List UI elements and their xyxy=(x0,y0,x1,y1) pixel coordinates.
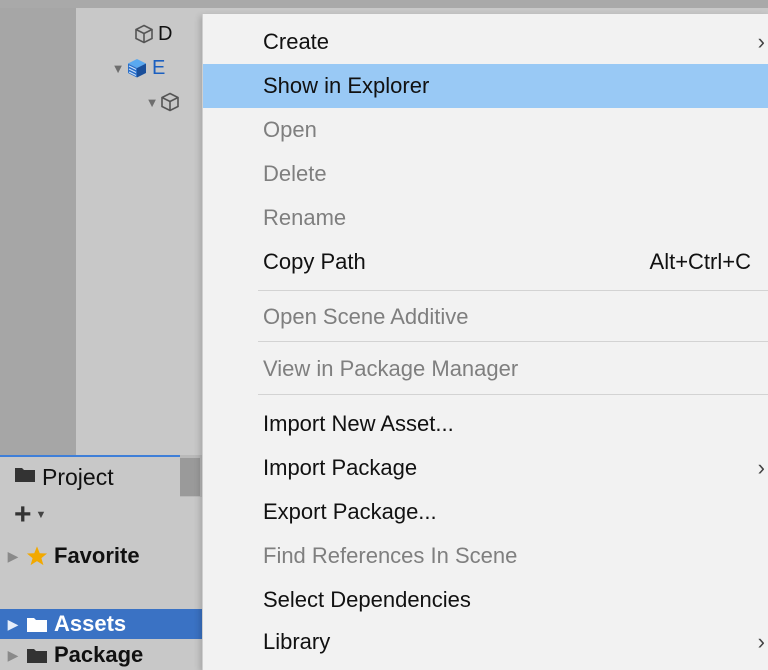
tree-item-label: Package xyxy=(54,642,144,667)
menu-item-rename[interactable]: Rename xyxy=(203,196,768,240)
submenu-arrow-icon: › xyxy=(757,455,765,480)
menu-item-select-dependencies[interactable]: Select Dependencies xyxy=(203,578,768,622)
top-strip xyxy=(0,0,768,8)
tree-item-favorites[interactable]: ▶ Favorite xyxy=(0,541,202,571)
expand-arrow-icon[interactable]: ▼ xyxy=(110,61,126,76)
cube-outline-icon xyxy=(161,92,179,112)
expand-arrow-icon[interactable]: ▶ xyxy=(0,647,26,664)
tab-project[interactable]: Project xyxy=(0,455,180,497)
menu-separator xyxy=(258,394,768,395)
tab-edge xyxy=(180,458,200,496)
submenu-arrow-icon: › xyxy=(757,29,765,54)
plus-icon: + xyxy=(14,498,32,531)
submenu-arrow-icon: › xyxy=(757,629,765,654)
hierarchy-row-e[interactable]: ▼ E xyxy=(110,56,166,80)
scene-view-edge xyxy=(0,8,76,455)
menu-item-export-package[interactable]: Export Package... xyxy=(203,490,768,534)
tree-item-label: Favorite xyxy=(54,543,140,568)
context-menu: Create › Show in Explorer Open Delete Re… xyxy=(202,14,768,670)
menu-item-create[interactable]: Create › xyxy=(203,20,768,64)
star-icon xyxy=(26,545,48,567)
shortcut-label: Alt+Ctrl+C xyxy=(649,249,751,274)
expand-arrow-icon[interactable]: ▼ xyxy=(144,95,160,110)
expand-arrow-icon[interactable]: ▶ xyxy=(0,548,26,565)
menu-item-find-references-in-scene[interactable]: Find References In Scene xyxy=(203,534,768,578)
tree-item-assets[interactable]: ▶ Assets xyxy=(0,609,202,639)
prefab-cube-icon xyxy=(128,59,146,78)
expand-arrow-icon[interactable]: ▶ xyxy=(0,616,26,633)
chevron-down-icon: ▼ xyxy=(35,509,47,521)
menu-separator xyxy=(258,290,768,291)
menu-item-show-in-explorer[interactable]: Show in Explorer xyxy=(203,64,768,108)
hierarchy-label: D xyxy=(158,22,173,45)
add-asset-button[interactable]: + ▼ xyxy=(14,498,47,531)
folder-icon xyxy=(26,616,48,633)
hierarchy-row-child[interactable]: ▼ xyxy=(144,90,184,114)
menu-item-library[interactable]: Library › xyxy=(203,620,768,664)
menu-separator xyxy=(258,341,768,342)
menu-item-delete[interactable]: Delete xyxy=(203,152,768,196)
cube-outline-icon xyxy=(135,24,153,44)
tree-item-label: Assets xyxy=(54,611,127,636)
folder-icon xyxy=(26,647,48,664)
menu-item-import-new-asset[interactable]: Import New Asset... xyxy=(203,402,768,446)
tab-project-label: Project xyxy=(42,463,114,490)
menu-item-open[interactable]: Open xyxy=(203,108,768,152)
tree-item-packages[interactable]: ▶ Package xyxy=(0,640,202,670)
menu-item-import-package[interactable]: Import Package › xyxy=(203,446,768,490)
hierarchy-label: E xyxy=(152,56,166,79)
hierarchy-row-d[interactable]: D xyxy=(118,22,172,46)
menu-item-view-in-package-manager[interactable]: View in Package Manager xyxy=(203,347,768,391)
folder-icon xyxy=(14,466,36,488)
menu-item-copy-path[interactable]: Copy Path Alt+Ctrl+C xyxy=(203,240,768,284)
menu-item-open-scene-additive[interactable]: Open Scene Additive xyxy=(203,295,768,339)
